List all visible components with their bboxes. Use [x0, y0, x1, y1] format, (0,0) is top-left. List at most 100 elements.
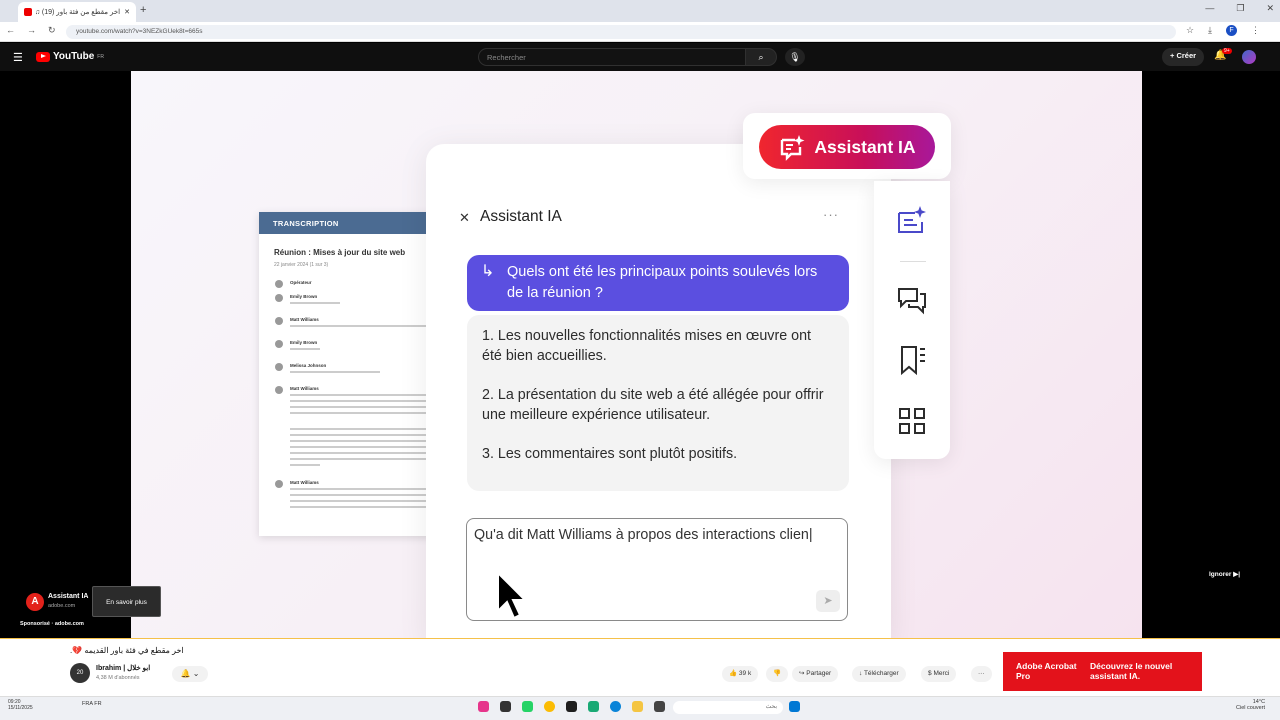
ad-domain: adobe.com: [48, 603, 76, 609]
star-icon[interactable]: ☆: [1186, 25, 1194, 36]
transcript-date: 22 janvier 2024 (1 sur 3): [274, 262, 329, 268]
url-field[interactable]: youtube.com/watch?v=3NEZkGUek8t=665s: [66, 25, 1176, 39]
channel-subscribers: 4,38 M d'abonnés: [96, 675, 140, 681]
adobe-logo[interactable]: A: [26, 593, 44, 611]
answer-point: 2. La présentation du site web a été all…: [482, 387, 824, 423]
transcript-header: TRANSCRIPTION: [259, 212, 449, 234]
nav-buttons: ← → ↻: [6, 25, 56, 36]
download-arrow-icon: ↓: [859, 670, 863, 677]
promo-text: Découvrez le nouvel assistant IA.: [1090, 661, 1173, 681]
channel-avatar[interactable]: 20: [70, 663, 90, 683]
youtube-region: FR: [97, 53, 104, 60]
maximize-icon[interactable]: ❐: [1236, 3, 1244, 14]
close-window-icon[interactable]: ✕: [1266, 3, 1274, 14]
microphone-icon: 🎙: [789, 52, 801, 62]
more-options-icon[interactable]: ···: [823, 207, 839, 222]
browser-tab[interactable]: اخر مقطع من فئة باور (19) ♫ ✕: [18, 2, 136, 22]
app-icon[interactable]: [588, 701, 599, 712]
minimize-icon[interactable]: —: [1205, 3, 1214, 14]
subscription-bell-button[interactable]: 🔔 ⌄: [172, 666, 208, 682]
user-avatar[interactable]: [1242, 50, 1256, 64]
assistant-answer-bubble: 1. Les nouvelles fonctionnalités mises e…: [467, 315, 849, 491]
youtube-play-icon: [36, 51, 50, 62]
chrome-icon[interactable]: [544, 701, 555, 712]
share-label: Partager: [806, 670, 832, 677]
dislike-button[interactable]: 👎: [766, 666, 789, 682]
channel-name[interactable]: Ibrahim | ابو خلال: [96, 664, 150, 672]
tab-close-icon[interactable]: ✕: [124, 8, 130, 16]
video-title: اخر مقطع في فئة باور القديمه 💔.: [70, 646, 184, 655]
answer-point: 1. Les nouvelles fonctionnalités mises e…: [482, 328, 812, 364]
menu-dots-icon[interactable]: ⋮: [1251, 25, 1260, 36]
share-icon: ↪: [799, 670, 805, 677]
taskbar-search[interactable]: بحث: [673, 701, 783, 714]
new-tab-button[interactable]: +: [140, 4, 146, 16]
download-label: Télécharger: [863, 670, 899, 677]
forward-icon[interactable]: →: [27, 25, 36, 36]
youtube-logo-text: YouTube: [53, 51, 95, 62]
file-explorer-icon[interactable]: [632, 701, 643, 712]
taskbar-date: 15/11/2025: [8, 705, 33, 711]
create-label: Créer: [1176, 51, 1197, 60]
address-bar-actions: ☆ ⤓ F ⋮: [1186, 25, 1260, 36]
windows-start-icon[interactable]: [789, 701, 800, 712]
answer-point: 3. Les commentaires sont plutôt positifs…: [482, 446, 738, 462]
taskbar-clock[interactable]: 09:20 15/11/2025: [8, 699, 33, 711]
app-icon[interactable]: [478, 701, 489, 712]
reload-icon[interactable]: ↻: [48, 25, 56, 36]
sponsored-label: Sponsorisé · adobe.com: [20, 621, 84, 627]
assistant-ia-button-label: Assistant IA: [814, 136, 916, 157]
ai-assistant-icon[interactable]: [896, 204, 928, 236]
edge-icon[interactable]: [610, 701, 621, 712]
comments-icon[interactable]: [896, 284, 928, 316]
share-button[interactable]: ↪ Partager: [792, 666, 839, 682]
thanks-icon: $: [928, 670, 932, 677]
search-input[interactable]: Rechercher: [478, 48, 746, 66]
like-button[interactable]: 👍 39 k: [722, 666, 759, 682]
thumbs-down-icon: 👎: [773, 670, 782, 677]
reply-arrow-icon: ↳: [481, 263, 495, 280]
whatsapp-icon[interactable]: [522, 701, 533, 712]
thanks-label: Merci: [933, 670, 950, 677]
app-icon[interactable]: [500, 701, 511, 712]
mouse-cursor-icon: [497, 571, 528, 620]
download-button[interactable]: ↓ Télécharger: [852, 666, 906, 682]
weather-desc: Ciel couvert: [1236, 705, 1266, 711]
assistant-ia-button[interactable]: Assistant IA: [759, 125, 935, 169]
taskbar-weather[interactable]: 14°C Ciel couvert: [1236, 699, 1265, 711]
youtube-favicon-icon: [24, 8, 32, 16]
profile-avatar[interactable]: F: [1226, 25, 1237, 36]
hamburger-menu-icon[interactable]: ☰: [13, 51, 23, 64]
more-actions-button[interactable]: ···: [971, 666, 992, 682]
ai-chat-sparkle-icon: [781, 135, 805, 161]
create-button[interactable]: + Créer: [1162, 48, 1205, 66]
send-icon: ➤: [823, 595, 833, 607]
search-button[interactable]: ⌕: [745, 48, 777, 66]
download-icon[interactable]: ⤓: [1208, 25, 1212, 36]
close-icon[interactable]: ✕: [459, 210, 470, 226]
app-icon[interactable]: [654, 701, 665, 712]
notification-badge: 9+: [1222, 48, 1232, 54]
taskbar-language[interactable]: FRA FR: [82, 701, 102, 707]
like-count: 39 k: [738, 670, 752, 677]
send-button[interactable]: ➤: [816, 590, 840, 612]
chevron-down-icon: ⌄: [192, 669, 200, 678]
video-frame: TRANSCRIPTION Réunion : Mises à jour du …: [131, 71, 1142, 638]
youtube-logo[interactable]: YouTube FR: [36, 51, 104, 62]
transcript-document: TRANSCRIPTION Réunion : Mises à jour du …: [259, 212, 449, 536]
thanks-button[interactable]: $ Merci: [921, 666, 957, 682]
app-icon[interactable]: [566, 701, 577, 712]
bell-icon: 🔔: [180, 669, 191, 678]
window-controls: — ❐ ✕: [1205, 3, 1274, 14]
bookmark-icon[interactable]: [896, 344, 928, 376]
back-icon[interactable]: ←: [6, 25, 15, 36]
search-icon: ⌕: [758, 52, 764, 62]
thumbs-up-icon: 👍: [729, 670, 738, 677]
assistant-panel-title: Assistant IA: [480, 208, 562, 225]
transcript-title: Réunion : Mises à jour du site web: [274, 248, 406, 257]
grid-apps-icon[interactable]: [896, 405, 928, 437]
skip-ad-button[interactable]: Ignorer ▶|: [1209, 570, 1240, 578]
tab-title: اخر مقطع من فئة باور (19) ♫: [36, 9, 121, 16]
learn-more-button[interactable]: En savoir plus: [92, 586, 161, 617]
voice-search-button[interactable]: 🎙: [785, 48, 805, 66]
